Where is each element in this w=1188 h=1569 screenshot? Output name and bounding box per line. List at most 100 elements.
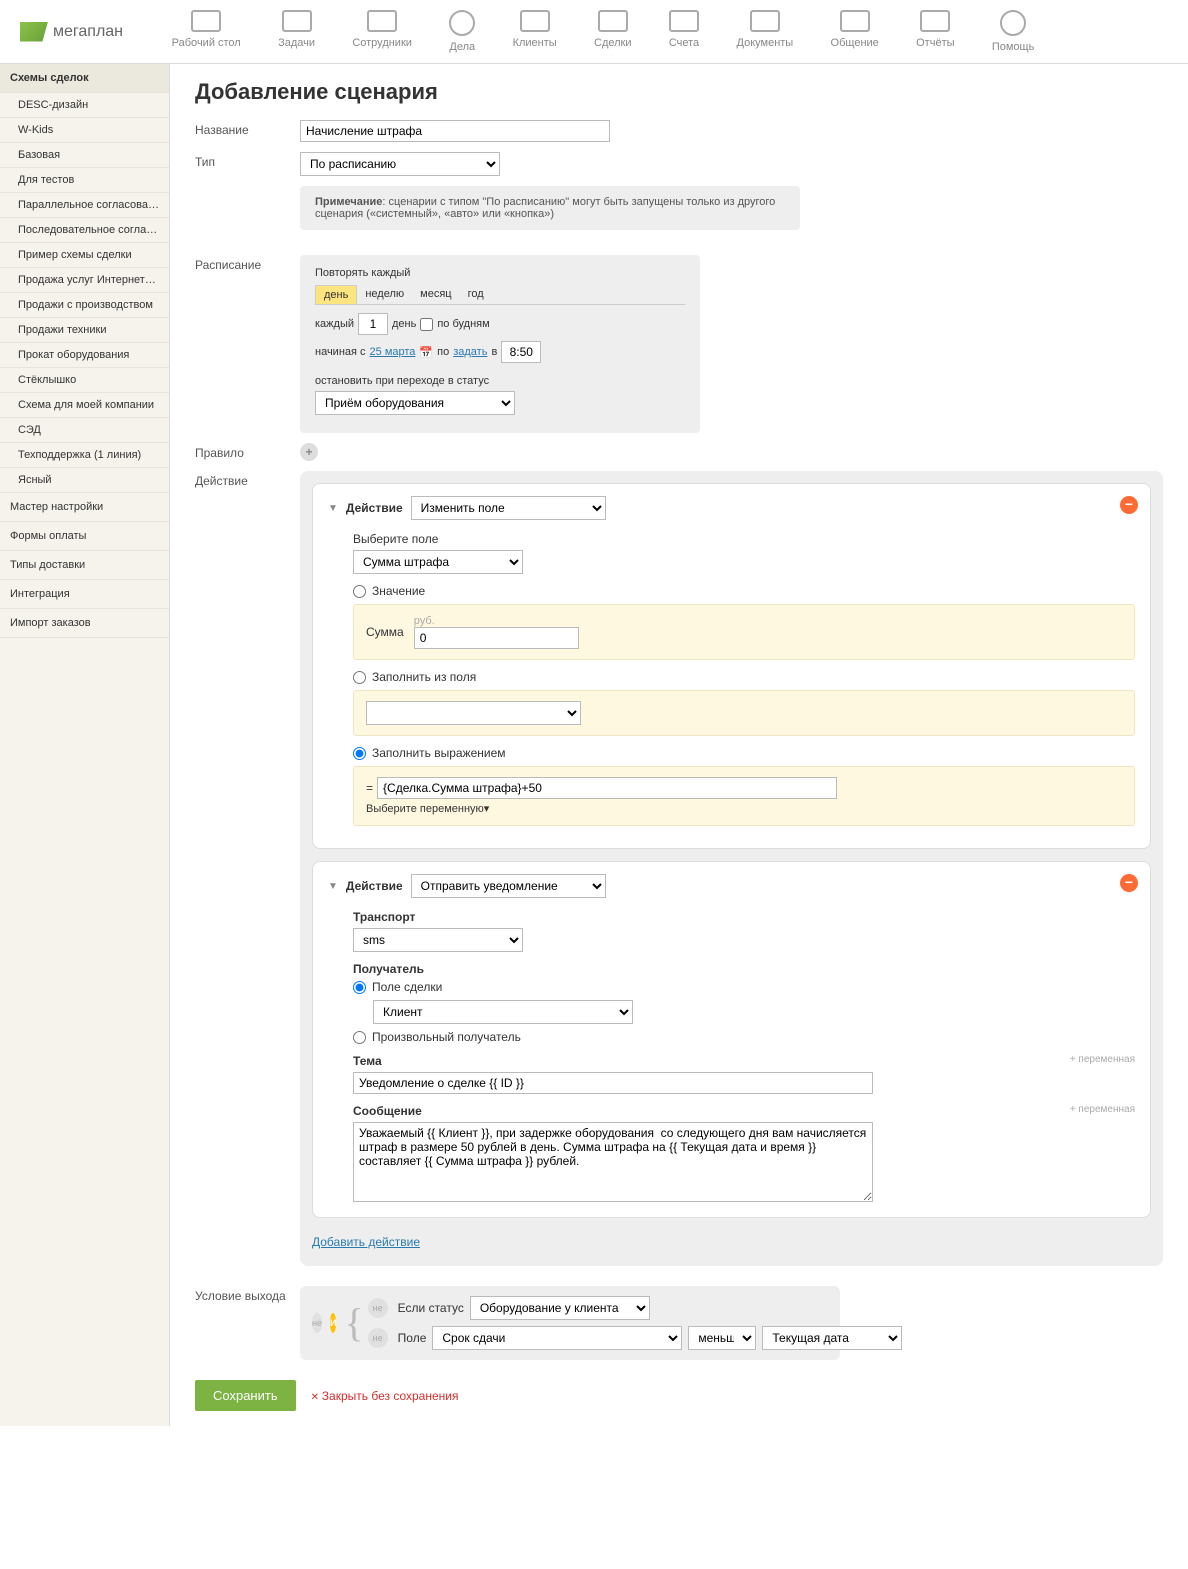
sidebar-item-mycompany[interactable]: Схема для моей компании [0, 393, 169, 418]
repeat-title: Повторять каждый [315, 267, 685, 279]
sidebar-delivery[interactable]: Типы доставки [0, 551, 169, 580]
remove-action-1[interactable]: − [1120, 496, 1138, 514]
collapse-icon[interactable]: ▼ [328, 503, 338, 514]
nav-employees[interactable]: Сотрудники [352, 10, 412, 53]
sidebar-item-sed[interactable]: СЭД [0, 418, 169, 443]
sidebar-payment[interactable]: Формы оплаты [0, 522, 169, 551]
nav-clients[interactable]: Клиенты [513, 10, 557, 53]
radio-deal-field[interactable] [353, 981, 366, 994]
sidebar-item-sequential[interactable]: Последовательное согласов... [0, 218, 169, 243]
exit-status-select[interactable]: Оборудование у клиента [470, 1296, 650, 1320]
exit-date-select[interactable]: Текущая дата [762, 1326, 902, 1350]
nav-help[interactable]: Помощь [992, 10, 1035, 53]
sidebar-master[interactable]: Мастер настройки [0, 493, 169, 522]
rule-label: Правило [195, 443, 300, 460]
add-rule-button[interactable]: + [300, 443, 318, 461]
radio-value[interactable] [353, 585, 366, 598]
cancel-link[interactable]: Закрыть без сохранения [311, 1389, 459, 1403]
logo[interactable]: мегаплан [20, 22, 123, 42]
sidebar-header-schemes[interactable]: Схемы сделок [0, 64, 169, 93]
nav-desktop[interactable]: Рабочий стол [172, 10, 241, 53]
weekdays-checkbox[interactable] [420, 318, 433, 331]
sidebar-item-clear[interactable]: Ясный [0, 468, 169, 493]
sidebar-item-glass[interactable]: Стёклышко [0, 368, 169, 393]
name-input[interactable] [300, 120, 610, 142]
nav-reports[interactable]: Отчёты [916, 10, 954, 53]
sidebar-item-desc[interactable]: DESC-дизайн [0, 93, 169, 118]
sidebar-import[interactable]: Импорт заказов [0, 609, 169, 638]
sidebar-item-tests[interactable]: Для тестов [0, 168, 169, 193]
and-operator[interactable]: И [330, 1313, 336, 1333]
tab-day[interactable]: день [315, 285, 357, 304]
transport-label: Транспорт [353, 910, 1135, 924]
tab-month[interactable]: месяц [412, 285, 459, 304]
select-field-label: Выберите поле [353, 532, 1135, 546]
radio-custom-recipient[interactable] [353, 1031, 366, 1044]
message-label: Сообщение [353, 1104, 1135, 1118]
fill-field-select[interactable] [366, 701, 581, 725]
sidebar-item-support[interactable]: Техподдержка (1 линия) [0, 443, 169, 468]
recipient-label: Получатель [353, 962, 1135, 976]
invoice-icon [669, 10, 699, 32]
type-select[interactable]: По расписанию [300, 152, 500, 176]
sidebar-item-example[interactable]: Пример схемы сделки [0, 243, 169, 268]
folder-icon [750, 10, 780, 32]
radio-expression[interactable] [353, 747, 366, 760]
action-block-1: − ▼ Действие Изменить поле Выберите поле… [312, 483, 1151, 849]
nav-items: Рабочий стол Задачи Сотрудники Дела Клие… [153, 10, 1053, 53]
help-icon [1000, 10, 1026, 36]
radio-fill-field[interactable] [353, 671, 366, 684]
action-label: Действие [195, 471, 300, 488]
not-operator-2[interactable]: не [368, 1328, 388, 1348]
sidebar-item-internet[interactable]: Продажа услуг Интернет-аге... [0, 268, 169, 293]
actions-container: − ▼ Действие Изменить поле Выберите поле… [300, 471, 1163, 1266]
nav-chat[interactable]: Общение [831, 10, 879, 53]
sidebar-item-tech[interactable]: Продажи техники [0, 318, 169, 343]
variable-picker[interactable]: Выберите переменную▾ [366, 802, 489, 815]
action-type-select-2[interactable]: Отправить уведомление [411, 874, 606, 898]
end-date-link[interactable]: задать [453, 346, 487, 358]
sum-input[interactable] [414, 627, 579, 649]
stop-status-select[interactable]: Приём оборудования [315, 391, 515, 415]
field-select[interactable]: Сумма штрафа [353, 550, 523, 574]
every-input[interactable] [358, 313, 388, 335]
action-type-select-1[interactable]: Изменить поле [411, 496, 606, 520]
nav-deals-cal[interactable]: Дела [449, 10, 475, 53]
remove-action-2[interactable]: − [1120, 874, 1138, 892]
transport-select[interactable]: sms [353, 928, 523, 952]
recipient-select[interactable]: Клиент [373, 1000, 633, 1024]
subject-input[interactable] [353, 1072, 873, 1094]
add-variable-message[interactable]: + переменная [1070, 1104, 1135, 1115]
not-operator-1[interactable]: не [368, 1298, 388, 1318]
nav-tasks[interactable]: Задачи [278, 10, 315, 53]
add-action-link[interactable]: Добавить действие [312, 1230, 420, 1254]
nav-documents[interactable]: Документы [737, 10, 794, 53]
exit-condition-box: не И { не Если статус Оборудование у кли… [300, 1286, 840, 1360]
add-variable-subject[interactable]: + переменная [1070, 1054, 1135, 1065]
save-button[interactable]: Сохранить [195, 1380, 296, 1411]
sidebar-item-parallel[interactable]: Параллельное согласование [0, 193, 169, 218]
fill-field-box [353, 690, 1135, 736]
tab-week[interactable]: неделю [357, 285, 412, 304]
period-tabs: день неделю месяц год [315, 285, 685, 305]
nav-deals[interactable]: Сделки [594, 10, 632, 53]
calendar-icon[interactable]: 📅 [419, 346, 433, 359]
expression-input[interactable] [377, 777, 837, 799]
exit-field-select[interactable]: Срок сдачи [432, 1326, 682, 1350]
message-textarea[interactable] [353, 1122, 873, 1202]
time-input[interactable] [501, 341, 541, 363]
exit-compare-select[interactable]: меньше▾ [688, 1326, 756, 1350]
sidebar-item-rental[interactable]: Прокат оборудования [0, 343, 169, 368]
sidebar-integration[interactable]: Интеграция [0, 580, 169, 609]
collapse-icon[interactable]: ▼ [328, 881, 338, 892]
tab-year[interactable]: год [460, 285, 492, 304]
briefcase-icon [598, 10, 628, 32]
sidebar: Схемы сделок DESC-дизайн W-Kids Базовая … [0, 64, 170, 1426]
start-date-link[interactable]: 25 марта [370, 346, 416, 358]
sidebar-item-wkids[interactable]: W-Kids [0, 118, 169, 143]
chat-icon [840, 10, 870, 32]
nav-invoices[interactable]: Счета [669, 10, 699, 53]
not-operator-outer[interactable]: не [312, 1313, 322, 1333]
sidebar-item-base[interactable]: Базовая [0, 143, 169, 168]
sidebar-item-production[interactable]: Продажи с производством [0, 293, 169, 318]
